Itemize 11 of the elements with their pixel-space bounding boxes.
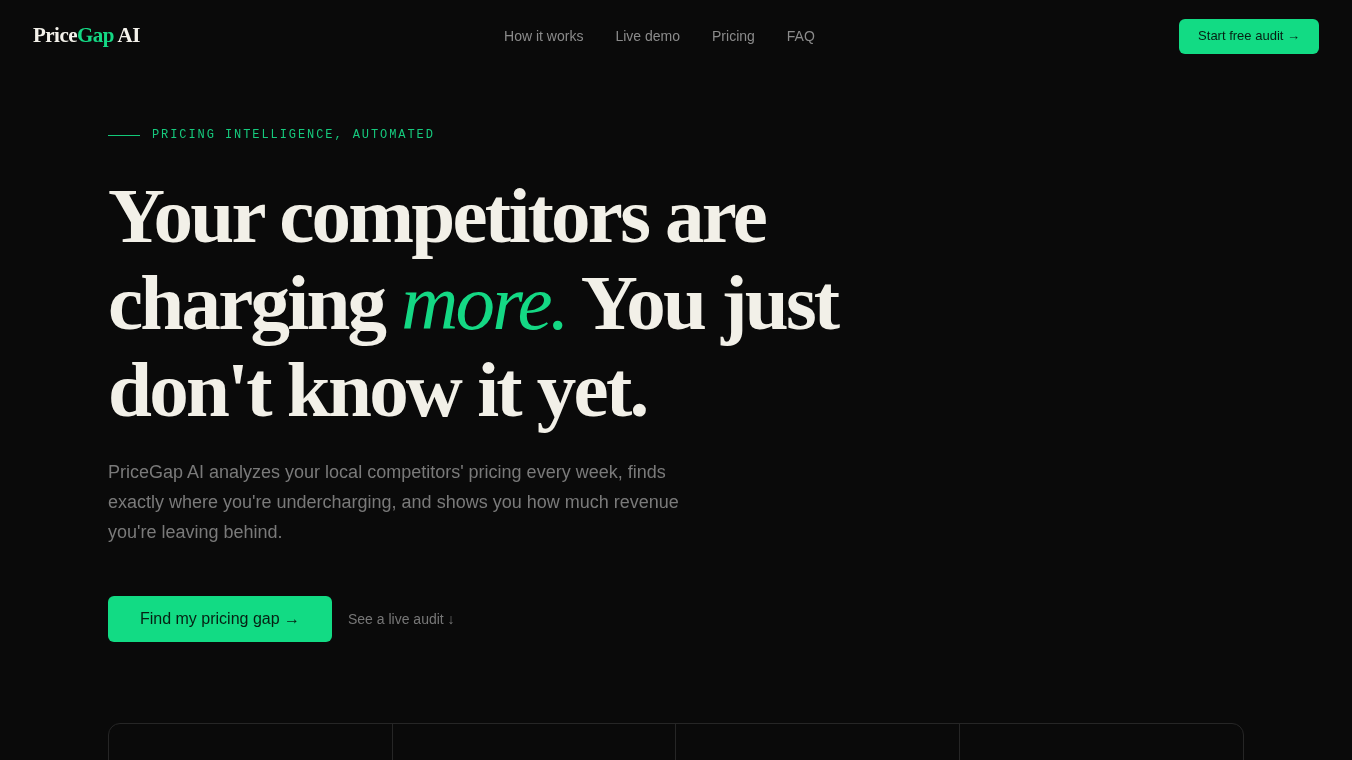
nav-link[interactable]: FAQ [786, 25, 815, 47]
nav-link[interactable]: How it works [504, 25, 584, 47]
nav-link[interactable]: Pricing [712, 25, 755, 47]
nav-link[interactable]: Live demo [615, 25, 681, 47]
hero-description: PriceGap AI analyzes your local competitors' pricing every week, finds exactly where you're undercharging, and shows you how much revenue you're leaving behind. [108, 461, 680, 544]
find-gap-button[interactable]: Find my pricing gap → [108, 596, 332, 642]
eyebrow-text: PRICING INTELLIGENCE, AUTOMATED [152, 127, 435, 144]
logo[interactable]: PriceGap AI [33, 20, 140, 52]
start-audit-button[interactable]: Start free audit → [1179, 18, 1319, 54]
live-audit-link[interactable]: See a live audit ↓ [348, 608, 455, 630]
hero-headline: Your competitors are charging more. You just don't know it yet. [108, 172, 840, 433]
